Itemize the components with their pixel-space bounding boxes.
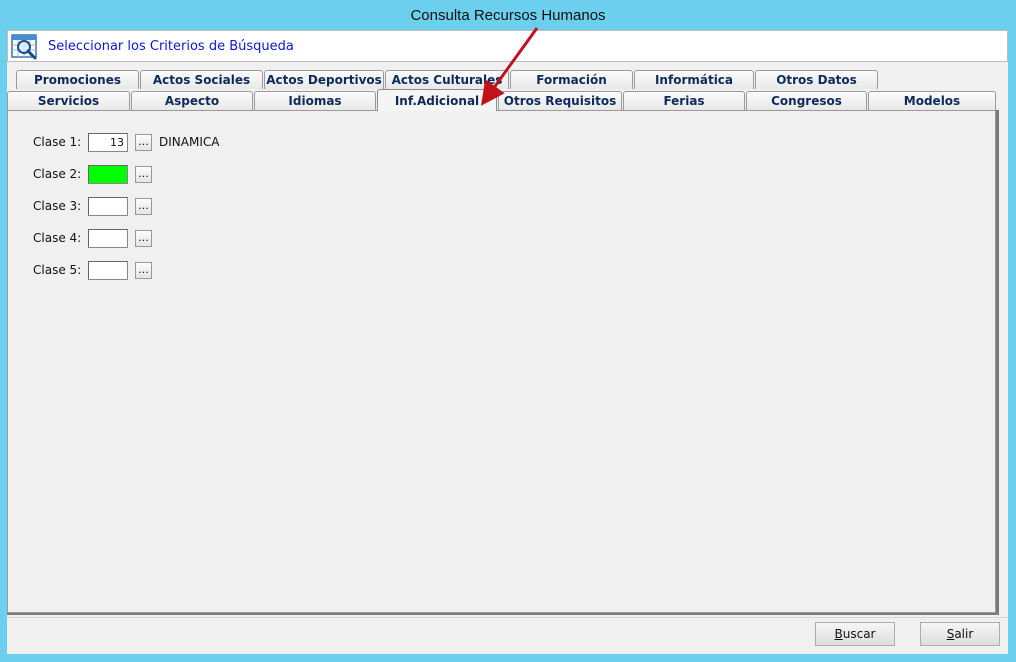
panel-shadow-right	[996, 110, 999, 615]
footer-divider	[7, 617, 1008, 618]
tab-servicios[interactable]: Servicios	[7, 91, 130, 110]
tab-actos-sociales[interactable]: Actos Sociales	[140, 70, 263, 89]
clase-2-input[interactable]	[88, 164, 128, 184]
criteria-title: Seleccionar los Criterios de Búsqueda	[48, 38, 294, 54]
clase-2-browse-button[interactable]: ...	[135, 165, 152, 183]
clase-5-label: Clase 5:	[33, 263, 82, 277]
clase-4-browse-button[interactable]: ...	[135, 229, 152, 247]
tab-label: Promociones	[34, 73, 121, 87]
clase-2-row: Clase 2: ...	[33, 164, 152, 184]
clase-3-row: Clase 3: ...	[33, 196, 152, 216]
tab-label: Actos Sociales	[152, 73, 251, 87]
tab-label: Servicios	[37, 94, 100, 108]
buscar-label: uscar	[842, 627, 876, 641]
tab-label: Ferias	[663, 94, 705, 108]
clase-3-label: Clase 3:	[33, 199, 82, 213]
tab-label: Idiomas	[288, 94, 342, 108]
tab-promociones[interactable]: Promociones	[16, 70, 139, 89]
clase-1-browse-button[interactable]: ...	[135, 133, 152, 151]
clase-1-description: DINAMICA	[159, 135, 220, 149]
clase-4-row: Clase 4: ...	[33, 228, 152, 248]
tab-label: Modelos	[903, 94, 961, 108]
salir-label: alir	[954, 627, 974, 641]
buscar-accelerator: B	[834, 627, 843, 641]
salir-button[interactable]: Salir	[920, 622, 1000, 646]
clase-1-row: Clase 1: 13 ... DINAMICA	[33, 132, 219, 152]
buscar-button[interactable]: Buscar	[815, 622, 895, 646]
tab-label: Aspecto	[164, 94, 220, 108]
clase-1-input[interactable]: 13	[88, 132, 128, 152]
tab-label: Actos Deportivos	[266, 73, 382, 87]
annotation-arrow-icon	[480, 27, 539, 106]
clase-5-input[interactable]	[88, 260, 128, 280]
inf-adicional-panel: Clase 1: 13 ... DINAMICA Clase 2: ... Cl…	[7, 110, 996, 613]
clase-2-label: Clase 2:	[33, 167, 82, 181]
tab-label: Informática	[654, 73, 734, 87]
tab-actos-deportivos[interactable]: Actos Deportivos	[264, 70, 384, 89]
clase-5-row: Clase 5: ...	[33, 260, 152, 280]
tab-ferias[interactable]: Ferias	[623, 91, 745, 110]
clase-4-label: Clase 4:	[33, 231, 82, 245]
clase-1-label: Clase 1:	[33, 135, 82, 149]
clase-3-browse-button[interactable]: ...	[135, 197, 152, 215]
clase-4-input[interactable]	[88, 228, 128, 248]
salir-accelerator: S	[946, 627, 955, 641]
tab-congresos[interactable]: Congresos	[746, 91, 867, 110]
tab-idiomas[interactable]: Idiomas	[254, 91, 376, 110]
window-body: Seleccionar los Criterios de Búsqueda Pr…	[7, 30, 1008, 654]
tab-aspecto[interactable]: Aspecto	[131, 91, 253, 110]
search-calendar-icon	[10, 32, 40, 60]
clase-3-input[interactable]	[88, 196, 128, 216]
window-title: Consulta Recursos Humanos	[410, 6, 606, 24]
tab-label: Congresos	[771, 94, 842, 108]
tab-modelos[interactable]: Modelos	[868, 91, 996, 110]
tab-label: Otros Datos	[776, 73, 857, 87]
tab-informatica[interactable]: Informática	[634, 70, 754, 89]
panel-shadow-bottom	[7, 613, 999, 615]
tab-otros-datos[interactable]: Otros Datos	[755, 70, 878, 89]
clase-5-browse-button[interactable]: ...	[135, 261, 152, 279]
